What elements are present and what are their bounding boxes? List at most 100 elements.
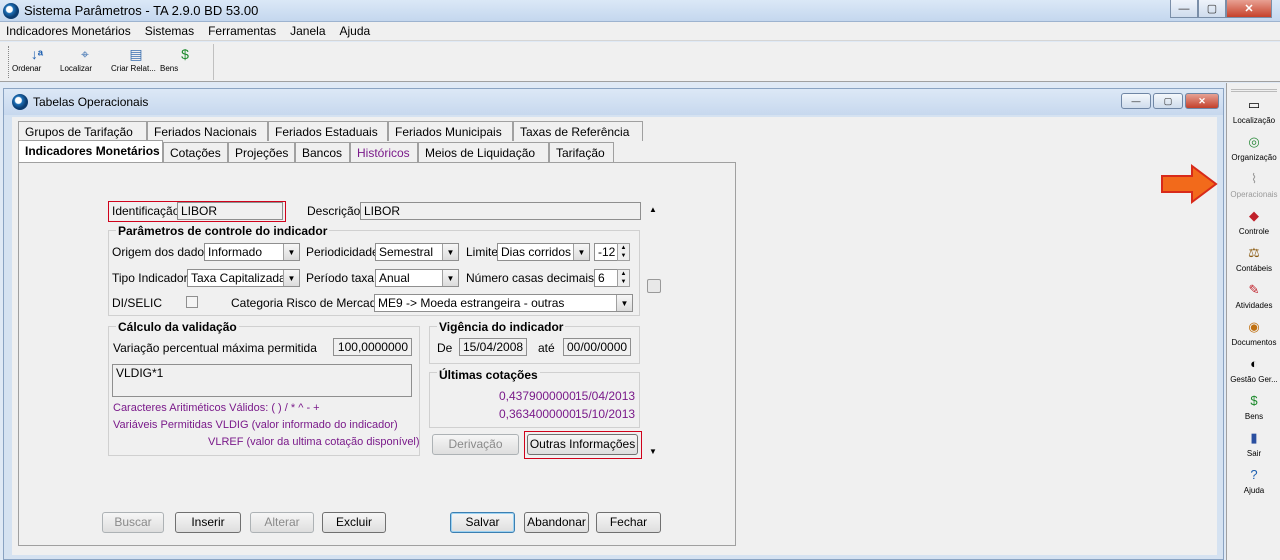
sidebar-item-sair[interactable]: ▮ Sair <box>1227 430 1280 458</box>
chevron-down-icon[interactable]: ▼ <box>442 270 458 286</box>
tab-tarifacao[interactable]: Tarifação <box>549 142 614 162</box>
limite-spinner[interactable]: ▲ ▼ <box>617 243 630 261</box>
money-bag-icon: $ <box>1250 393 1258 408</box>
cotacao-data-2: 15/10/2013 <box>575 407 636 421</box>
sidebar-item-atividades[interactable]: ✎ Atividades <box>1227 282 1280 310</box>
alterar-button[interactable]: Alterar <box>250 512 314 533</box>
toolbar-criar-relat-button[interactable]: ▤ Criar Relat... <box>111 46 161 80</box>
tab-indicadores-monetarios[interactable]: Indicadores Monetários <box>18 140 163 162</box>
outras-informacoes-button[interactable]: Outras Informações <box>527 434 638 455</box>
menu-sistemas[interactable]: Sistemas <box>145 24 194 38</box>
de-field[interactable]: 15/04/2008 <box>459 338 527 356</box>
limite-number-field[interactable]: -12 <box>594 243 618 261</box>
inner-minimize-button[interactable]: — <box>1121 93 1151 109</box>
menu-janela[interactable]: Janela <box>290 24 325 38</box>
fechar-button[interactable]: Fechar <box>596 512 661 533</box>
scroll-thumb[interactable] <box>647 279 661 293</box>
formula-field[interactable]: VLDIG*1 <box>112 364 412 397</box>
exit-icon: ▮ <box>1250 430 1258 445</box>
tab-feriados-municipais[interactable]: Feriados Municipais <box>388 121 513 141</box>
sidebar-grip <box>1231 89 1277 92</box>
tab-feriados-estaduais[interactable]: Feriados Estaduais <box>268 121 388 141</box>
tab-projecoes[interactable]: Projeções <box>228 142 295 162</box>
close-button[interactable]: ✕ <box>1226 0 1272 18</box>
chevron-down-icon[interactable]: ▼ <box>283 270 299 286</box>
handshake-icon: ⌇ <box>1250 171 1258 186</box>
help-icon: ? <box>1250 467 1258 482</box>
identificacao-field[interactable]: LIBOR <box>177 202 283 220</box>
diselic-checkbox[interactable] <box>186 296 198 308</box>
chevron-down-icon[interactable]: ▼ <box>283 244 299 260</box>
tipo-indicador-combo[interactable]: Taxa Capitalizada ▼ <box>187 269 300 287</box>
buscar-button[interactable]: Buscar <box>102 512 164 533</box>
tab-taxas-referencia[interactable]: Taxas de Referência <box>513 121 643 141</box>
inner-window-title: Tabelas Operacionais <box>33 95 149 109</box>
cotacao-data-1: 15/04/2013 <box>575 389 636 403</box>
periodicidade-value: Semestral <box>379 245 434 259</box>
toolbar-bens-button[interactable]: $ Bens <box>160 46 210 80</box>
sidebar-item-operacionais[interactable]: ⌇ Operacionais <box>1227 171 1280 199</box>
descricao-field[interactable]: LIBOR <box>360 202 641 220</box>
tab-bancos[interactable]: Bancos <box>295 142 350 162</box>
tab-meios-liquidacao[interactable]: Meios de Liquidação <box>418 142 549 162</box>
toolbar-grip <box>8 46 11 78</box>
periodo-taxa-combo[interactable]: Anual ▼ <box>375 269 459 287</box>
menu-indicadores[interactable]: Indicadores Monetários <box>6 24 131 38</box>
variacao-field[interactable]: 100,0000000 <box>333 338 412 356</box>
control-icon: ◆ <box>1249 208 1259 223</box>
documents-icon: ◉ <box>1248 319 1260 334</box>
sidebar-item-localizacao[interactable]: ▭ Localização <box>1227 97 1280 125</box>
form-scrollbar[interactable]: ▲ ▼ <box>646 203 662 459</box>
chevron-down-icon[interactable]: ▼ <box>616 295 632 311</box>
chevron-down-icon[interactable]: ▼ <box>442 244 458 260</box>
inserir-button[interactable]: Inserir <box>175 512 241 533</box>
tab-cotacoes[interactable]: Cotações <box>163 142 228 162</box>
derivacao-button[interactable]: Derivação <box>432 434 519 455</box>
origem-combo[interactable]: Informado ▼ <box>204 243 300 261</box>
chevron-down-icon[interactable]: ▼ <box>573 244 589 260</box>
sidebar-item-ajuda[interactable]: ? Ajuda <box>1227 467 1280 495</box>
scroll-down-icon[interactable]: ▼ <box>649 447 657 456</box>
casas-decimais-label: Número casas decimais <box>466 271 595 285</box>
sidebar-item-documentos[interactable]: ◉ Documentos <box>1227 319 1280 347</box>
vlref-text: VLREF (valor da ultima cotação disponíve… <box>208 436 420 448</box>
scroll-up-icon[interactable]: ▲ <box>649 205 657 214</box>
sidebar-item-gestao[interactable]: ◐ Gestão Ger... <box>1227 356 1280 384</box>
sidebar-item-organizacao[interactable]: ◎ Organização <box>1227 134 1280 162</box>
limite-combo[interactable]: Dias corridos ▼ <box>497 243 590 261</box>
maximize-button[interactable]: ▢ <box>1198 0 1226 18</box>
arrow-annotation-icon <box>1161 164 1218 204</box>
tipo-indicador-label: Tipo Indicador <box>112 271 188 285</box>
tab-feriados-nacionais[interactable]: Feriados Nacionais <box>147 121 268 141</box>
salvar-button[interactable]: Salvar <box>450 512 515 533</box>
categoria-value: ME9 -> Moeda estrangeira - outras <box>378 296 565 310</box>
sidebar-item-contabeis[interactable]: ⚖ Contábeis <box>1227 245 1280 273</box>
organization-icon: ◎ <box>1248 134 1260 149</box>
ate-field[interactable]: 00/00/0000 <box>563 338 631 356</box>
casas-decimais-field[interactable]: 6 <box>594 269 618 287</box>
categoria-combo[interactable]: ME9 -> Moeda estrangeira - outras ▼ <box>374 294 633 312</box>
sort-icon: ↓ᵃ <box>30 46 44 62</box>
minimize-button[interactable]: — <box>1170 0 1198 18</box>
variaveis-text: Variáveis Permitidas VLDIG (valor inform… <box>113 419 398 431</box>
menu-ajuda[interactable]: Ajuda <box>340 24 371 38</box>
sidebar-item-bens[interactable]: $ Bens <box>1227 393 1280 421</box>
abandonar-button[interactable]: Abandonar <box>524 512 589 533</box>
ate-label: até <box>538 341 555 355</box>
tab-grupos-tarifacao[interactable]: Grupos de Tarifação <box>18 121 147 141</box>
scales-icon: ⚖ <box>1248 245 1260 260</box>
sidebar-item-controle[interactable]: ◆ Controle <box>1227 208 1280 236</box>
excluir-button[interactable]: Excluir <box>322 512 386 533</box>
inner-maximize-button[interactable]: ▢ <box>1153 93 1183 109</box>
toolbar: ↓ᵃ Ordenar ⌖ Localizar ▤ Criar Relat... … <box>0 42 1280 82</box>
tab-historicos[interactable]: Históricos <box>350 142 418 162</box>
casas-decimais-spinner[interactable]: ▲ ▼ <box>617 269 630 287</box>
toolbar-localizar-button[interactable]: ⌖ Localizar <box>60 46 110 80</box>
de-label: De <box>437 341 453 355</box>
toolbar-ordenar-button[interactable]: ↓ᵃ Ordenar <box>12 46 62 80</box>
periodo-taxa-value: Anual <box>379 271 410 285</box>
periodicidade-combo[interactable]: Semestral ▼ <box>375 243 459 261</box>
menu-ferramentas[interactable]: Ferramentas <box>208 24 276 38</box>
activities-icon: ✎ <box>1248 282 1260 297</box>
inner-close-button[interactable]: ✕ <box>1185 93 1219 109</box>
